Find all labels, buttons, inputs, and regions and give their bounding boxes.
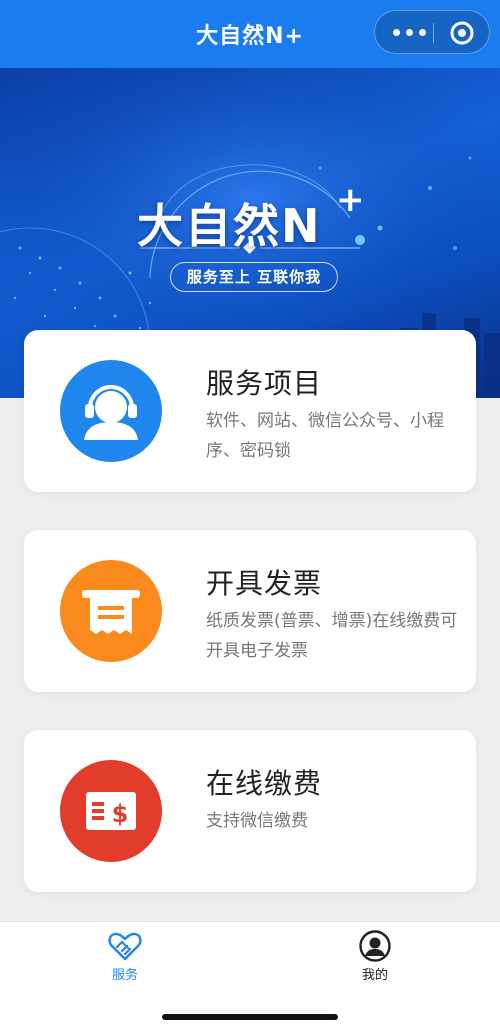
banner-title: 大自然N: [137, 199, 322, 253]
issue-invoice-desc: 纸质发票(普票、增票)在线缴费可开具电子发票: [206, 611, 458, 661]
tab-mine[interactable]: 我的: [345, 930, 405, 983]
online-payment-desc: 支持微信缴费: [206, 811, 308, 831]
online-payment-title: 在线缴费: [206, 767, 323, 800]
customer-service-icon: [60, 360, 162, 462]
mini-program-capsule: [374, 10, 490, 54]
service-items-desc: 软件、网站、微信公众号、小程序、密码锁: [206, 411, 444, 461]
service-items-card[interactable]: 服务项目 软件、网站、微信公众号、小程序、密码锁: [24, 330, 476, 492]
online-payment-card[interactable]: $ 在线缴费 支持微信缴费: [24, 730, 476, 892]
close-icon[interactable]: [449, 20, 475, 46]
more-icon[interactable]: [389, 23, 431, 43]
tab-service-label: 服务: [111, 968, 138, 983]
tab-mine-label: 我的: [361, 968, 388, 983]
home-indicator: [162, 1014, 338, 1020]
tab-bar: 服务 我的: [0, 921, 500, 1030]
service-items-title: 服务项目: [206, 367, 323, 400]
tab-service[interactable]: 服务: [95, 930, 155, 983]
svg-text:$: $: [112, 800, 129, 828]
nav-bar: 大自然N+: [0, 0, 500, 68]
capsule-divider: [433, 23, 434, 43]
payment-icon: $: [60, 760, 162, 862]
user-icon: [359, 930, 391, 962]
banner-slogan: 服务至上 互联你我: [170, 262, 338, 292]
issue-invoice-card[interactable]: 开具发票 纸质发票(普票、增票)在线缴费可开具电子发票: [24, 530, 476, 692]
invoice-icon: [60, 560, 162, 662]
handshake-icon: [108, 932, 142, 961]
banner-plus: +: [336, 180, 365, 220]
issue-invoice-title: 开具发票: [206, 567, 323, 600]
